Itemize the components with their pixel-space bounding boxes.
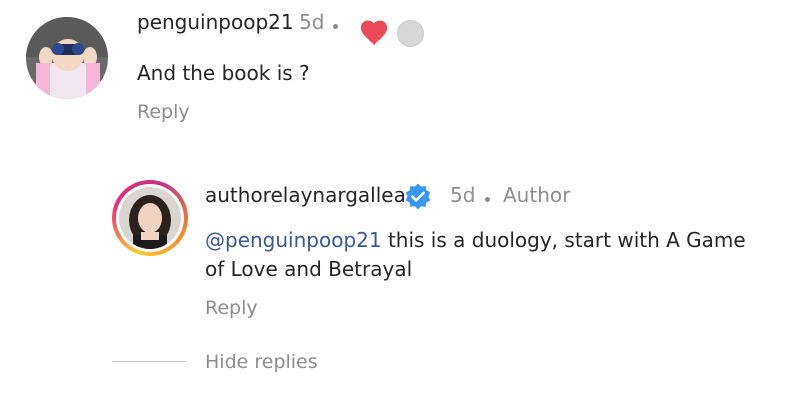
meta-separator-dot [485, 197, 490, 202]
reply-text: this is a duology, start with A Game [381, 228, 746, 252]
reply-text-line-1: @penguinpoop21 this is a duology, start … [205, 225, 746, 255]
commenter-avatar[interactable] [26, 17, 108, 99]
hide-replies-button[interactable]: Hide replies [205, 350, 318, 374]
avatar-photo-icon [119, 187, 181, 249]
reply-timestamp: 5d [450, 183, 476, 207]
author-avatar[interactable] [119, 187, 181, 249]
mention-link[interactable]: @penguinpoop21 [205, 228, 382, 252]
avatar-photo-icon [26, 17, 108, 99]
reply-text-line-2: of Love and Betrayal [205, 257, 413, 281]
author-label: Author [503, 183, 571, 207]
comment-text: And the book is ? [137, 61, 310, 85]
reply-username[interactable]: authorelaynargallea [205, 183, 406, 207]
thread-divider [112, 361, 186, 362]
reply-button[interactable]: Reply [137, 100, 190, 124]
heart-icon[interactable] [360, 20, 388, 46]
comment-username[interactable]: penguinpoop21 [137, 10, 294, 34]
reply-button[interactable]: Reply [205, 296, 258, 320]
verified-badge-icon [403, 182, 433, 212]
comment-timestamp: 5d [299, 10, 325, 34]
liker-avatar [397, 20, 424, 47]
meta-separator-dot [333, 24, 338, 29]
